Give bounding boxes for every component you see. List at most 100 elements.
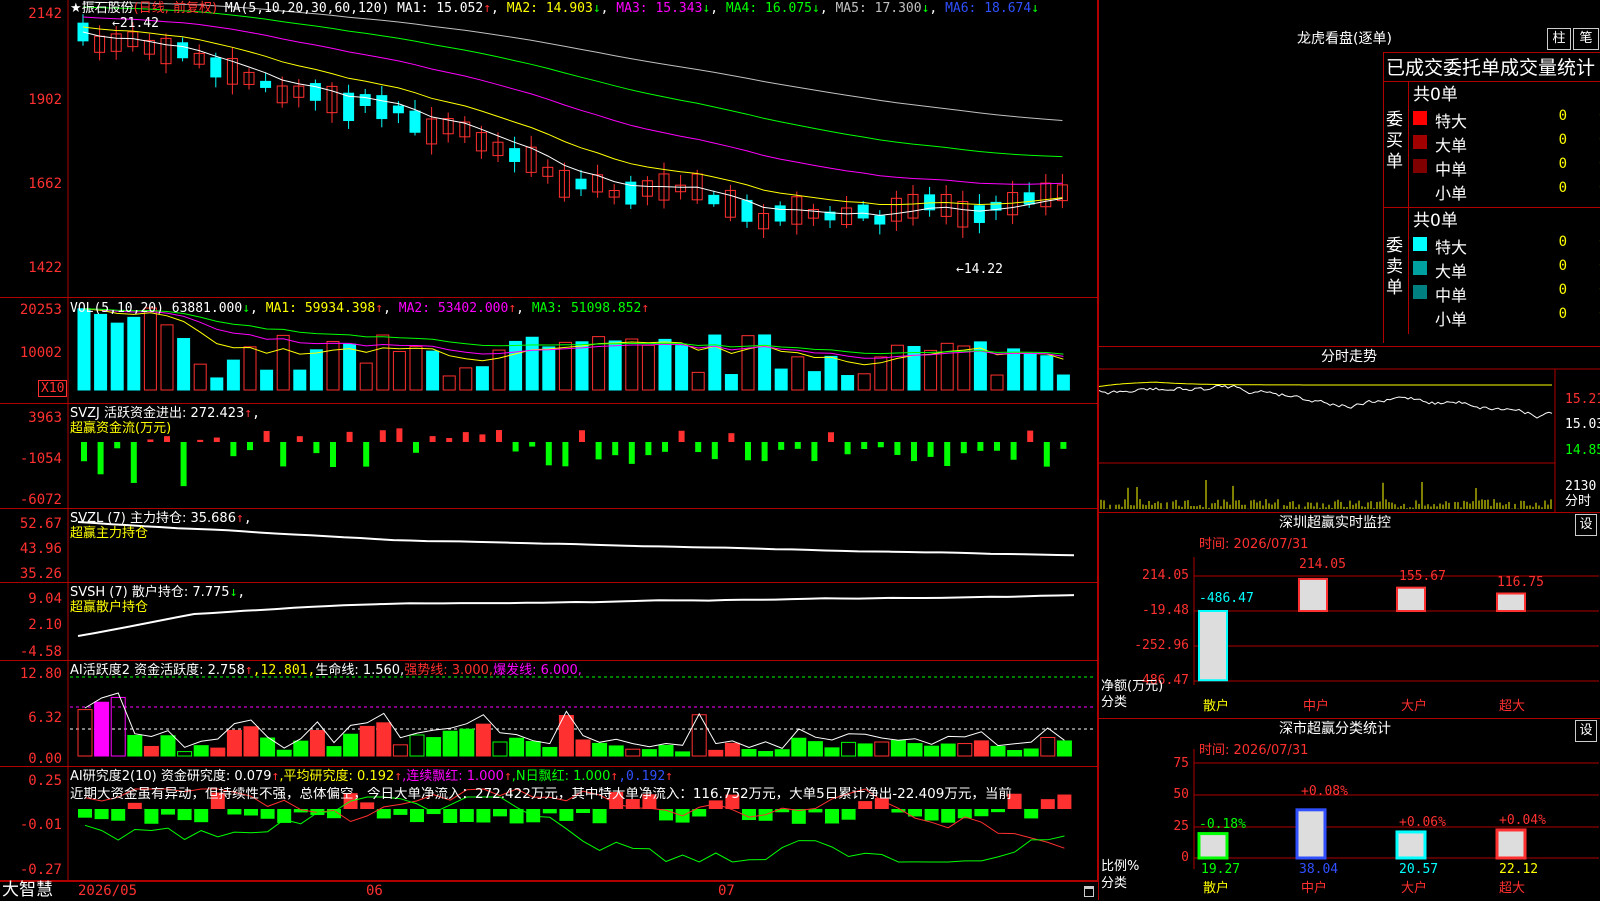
activity-bar xyxy=(276,749,292,757)
flow-bar xyxy=(911,442,917,462)
vol-axis-label: 20253 xyxy=(19,302,62,318)
low-price-mark: ←14.22 xyxy=(956,262,1003,277)
ai1-v5: 爆发线: 6.000, xyxy=(493,663,582,678)
volume-bar xyxy=(1007,348,1021,391)
sell-l-swatch xyxy=(1413,261,1427,275)
bar-view-button[interactable]: 柱 xyxy=(1547,28,1571,50)
ai2-description: 近期大资金虽有异动，但持续性不强，总体偏空，今日大单净流入：272.422万元，… xyxy=(70,787,1012,802)
activity-bar xyxy=(724,742,740,757)
volume-bar xyxy=(973,341,987,391)
research-bar xyxy=(592,809,607,824)
volume-bar xyxy=(691,371,705,391)
volume-panel[interactable]: VOL(5,10,20) 63881.000↓, MA1: 59934.398↑… xyxy=(0,298,1098,404)
candle xyxy=(177,42,189,59)
activity-bar xyxy=(1056,740,1072,757)
vol-ma1: MA1: 59934.398 xyxy=(265,301,376,316)
intraday-panel[interactable]: 分时走势 15.21 15.03 14.85 2130 分时 xyxy=(1099,346,1600,513)
stats-bar xyxy=(1197,832,1229,860)
monitor-value: 116.75 xyxy=(1497,575,1544,590)
intraday-chart[interactable] xyxy=(1099,347,1600,513)
candle xyxy=(409,110,421,133)
ma5-value: MA5: 17.300↓ xyxy=(835,1,930,16)
candlestick-chart[interactable] xyxy=(0,0,1098,298)
research-bar xyxy=(376,809,391,819)
flow-bar xyxy=(828,432,834,442)
activity-bar xyxy=(127,734,143,757)
price-axis-label: 1662 xyxy=(28,176,62,192)
volume-bar xyxy=(160,324,174,391)
buy-section: 委买单 共0单 特大00% 大单00% 中单00% 小单00% xyxy=(1384,81,1600,208)
ma-line xyxy=(82,1,1063,121)
monitor-axis-label: 214.05 xyxy=(1142,568,1189,583)
flow-bar xyxy=(1043,442,1050,467)
svzj-label: SVZJ 活跃资金进出: 272.423 xyxy=(70,406,245,421)
price-axis-label: 2142 xyxy=(28,6,62,22)
activity-bar xyxy=(625,748,641,757)
flow-bar xyxy=(628,442,635,464)
candle xyxy=(210,57,222,78)
activity-bar xyxy=(890,739,906,757)
volume-bar xyxy=(824,355,838,391)
activity-bar xyxy=(990,745,1006,757)
stats-axis-label: 75 xyxy=(1173,756,1189,771)
volume-bar xyxy=(509,340,523,391)
ma1-value: MA1: 15.052↑ xyxy=(397,1,492,16)
ai-research-chart[interactable] xyxy=(0,767,1098,881)
sz-stats-panel[interactable]: 深市超赢分类统计 设 时间: 2026/07/31 75 50 25 0 比例%… xyxy=(1099,718,1600,901)
activity-bar xyxy=(343,733,359,757)
sz-monitor-panel[interactable]: 深圳超赢实时监控 设 时间: 2026/07/31 214.05 -19.48 … xyxy=(1099,512,1600,719)
ai-activity-panel[interactable]: AI活跃度2 资金活跃度: 2.758↑,12.801,生命线: 1.560,强… xyxy=(0,661,1098,767)
activity-bar xyxy=(525,741,541,757)
buy-side-label: 委买单 xyxy=(1386,110,1403,172)
research-bar xyxy=(127,802,142,809)
research-bar xyxy=(991,809,1005,813)
ai1-axis-label: 12.80 xyxy=(19,666,62,682)
activity-bar xyxy=(774,749,790,757)
candle xyxy=(741,199,753,222)
volume-bar xyxy=(177,338,191,391)
period-label[interactable]: (日线, 前复权) xyxy=(134,1,217,16)
volume-bar xyxy=(475,366,489,391)
svsh-label: SVSH (7) 散户持仓: 7.775 xyxy=(70,585,230,600)
ai1-axis-label: 6.32 xyxy=(28,710,62,726)
vol-ma3: MA3: 51098.852 xyxy=(531,301,642,316)
volume-bar xyxy=(658,338,672,391)
svzl-axis-label: 43.96 xyxy=(19,541,62,557)
volume-bar xyxy=(459,367,473,391)
activity-bar xyxy=(193,745,209,757)
activity-bar xyxy=(957,743,973,757)
svsh-panel[interactable]: SVSH (7) 散户持仓: 7.775↓, 超赢散户持仓 9.04 2.10 … xyxy=(0,583,1098,661)
flow-bar xyxy=(811,442,818,462)
stats-chg: +0.04% xyxy=(1499,813,1546,828)
flow-bar xyxy=(263,430,270,442)
ai2-a2: ↑ xyxy=(394,769,403,784)
flow-bar xyxy=(97,442,104,475)
activity-bar xyxy=(708,749,724,757)
monitor-axis-label: -19.48 xyxy=(1142,603,1189,618)
activity-bar xyxy=(907,743,923,757)
price-panel[interactable]: ★振石股份(日线, 前复权) MA(5,10,20,30,60,120) MA1… xyxy=(0,0,1098,298)
research-bar xyxy=(791,809,806,824)
research-bar xyxy=(1024,809,1039,819)
svsh-axis-label: 2.10 xyxy=(28,617,62,633)
flow-bar xyxy=(81,442,87,462)
tick-view-button[interactable]: 笔 xyxy=(1573,28,1599,50)
stock-name[interactable]: ★振石股份 xyxy=(70,1,134,16)
vol-multiplier[interactable]: X10 xyxy=(38,380,68,397)
buy-row-l: 大单00% xyxy=(1409,130,1600,155)
svzl-comma: , xyxy=(243,511,252,526)
volume-bar xyxy=(343,343,357,391)
svzj-panel[interactable]: SVZJ 活跃资金进出: 272.423↑, 超赢资金流(万元) 3963 -1… xyxy=(0,404,1098,509)
research-bar xyxy=(78,809,92,818)
brand-logo[interactable]: 大智慧 xyxy=(2,882,53,899)
candle xyxy=(575,178,587,190)
ai-research-panel[interactable]: AI研究度2(10) 资金研究度: 0.079↑,平均研究度: 0.192↑,连… xyxy=(0,767,1098,881)
svzl-panel[interactable]: SVZL (7) 主力持仓: 35.686↑, 超赢主力持仓 52.67 43.… xyxy=(0,509,1098,583)
activity-bar xyxy=(592,742,608,757)
flow-bar xyxy=(197,439,204,442)
candle xyxy=(857,204,869,219)
intraday-axis-label: 14.85 xyxy=(1565,443,1600,458)
lock-icon[interactable] xyxy=(1084,886,1094,897)
ai1-axis-label: 0.00 xyxy=(28,751,62,767)
candle xyxy=(509,148,521,162)
